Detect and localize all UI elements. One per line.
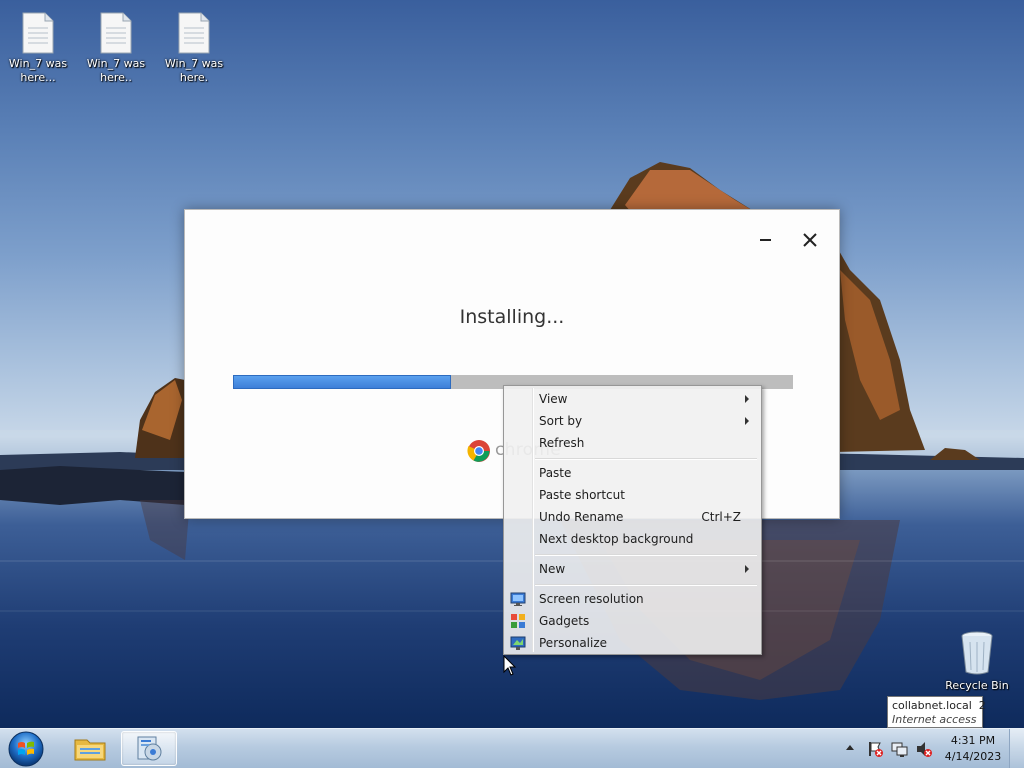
chrome-logo-icon bbox=[467, 440, 490, 462]
taskbar-setup-button[interactable] bbox=[121, 731, 177, 766]
menu-separator bbox=[535, 458, 757, 460]
menu-separator bbox=[535, 584, 757, 586]
menu-item-undo-rename[interactable]: Undo Rename Ctrl+Z bbox=[506, 506, 759, 528]
clock-time: 4:31 PM bbox=[950, 734, 996, 747]
network-icon[interactable] bbox=[891, 740, 909, 758]
start-button[interactable] bbox=[4, 730, 48, 768]
menu-item-next-desktop-background[interactable]: Next desktop background bbox=[506, 528, 759, 550]
text-file-icon bbox=[22, 12, 54, 54]
menu-item-gadgets[interactable]: Gadgets bbox=[506, 610, 759, 632]
close-button[interactable] bbox=[796, 228, 824, 252]
recycle-bin-label: Recycle Bin bbox=[945, 679, 1009, 692]
minimize-icon bbox=[760, 239, 771, 241]
menu-item-label: Next desktop background bbox=[539, 532, 694, 546]
tooltip-status: Internet access bbox=[892, 713, 977, 726]
show-desktop-button[interactable] bbox=[1009, 729, 1024, 768]
mouse-cursor-icon bbox=[503, 655, 517, 676]
close-icon bbox=[803, 233, 817, 247]
taskbar: 4:31 PM 4/14/2023 bbox=[0, 728, 1024, 768]
recycle-bin[interactable]: Recycle Bin bbox=[940, 630, 1014, 692]
menu-item-label: Gadgets bbox=[539, 614, 590, 628]
menu-item-refresh[interactable]: Refresh bbox=[506, 432, 759, 454]
personalize-icon bbox=[510, 636, 526, 650]
desktop-file-3[interactable]: Win_7 was here. bbox=[158, 4, 230, 85]
menu-item-paste-shortcut[interactable]: Paste shortcut bbox=[506, 484, 759, 506]
text-file-icon bbox=[178, 12, 210, 54]
submenu-arrow-icon bbox=[745, 565, 749, 573]
folder-explorer-icon bbox=[74, 739, 106, 761]
menu-item-shortcut: Ctrl+Z bbox=[701, 510, 741, 524]
menu-item-personalize[interactable]: Personalize bbox=[506, 632, 759, 654]
menu-item-sort-by[interactable]: Sort by bbox=[506, 410, 759, 432]
installer-setup-icon bbox=[137, 736, 162, 761]
gadgets-icon bbox=[511, 614, 525, 628]
desktop-file-label: Win_7 was here... bbox=[8, 57, 68, 84]
menu-separator bbox=[535, 554, 757, 556]
recycle-bin-icon bbox=[961, 631, 993, 675]
network-tooltip: collabnet.local 2 Internet access bbox=[887, 696, 986, 728]
menu-item-label: Screen resolution bbox=[539, 592, 644, 606]
tooltip-network-name: collabnet.local bbox=[892, 699, 972, 712]
submenu-arrow-icon bbox=[745, 417, 749, 425]
action-center-flag-icon[interactable] bbox=[866, 740, 884, 758]
minimize-button[interactable] bbox=[751, 228, 779, 252]
clock-date: 4/14/2023 bbox=[944, 750, 1002, 763]
text-file-icon bbox=[100, 12, 132, 54]
menu-item-label: Undo Rename bbox=[539, 510, 624, 524]
desktop-context-menu[interactable]: View Sort by Refresh Paste Paste shortcu… bbox=[503, 385, 762, 655]
tooltip-network: collabnet.local 2 bbox=[892, 699, 986, 712]
install-progress-fill bbox=[233, 375, 452, 389]
menu-item-new[interactable]: New bbox=[506, 558, 759, 580]
menu-item-label: New bbox=[539, 562, 566, 576]
desktop-file-label: Win_7 was here. bbox=[164, 57, 224, 84]
install-status-title: Installing... bbox=[459, 306, 565, 328]
taskbar-clock[interactable]: 4:31 PM 4/14/2023 bbox=[940, 733, 1006, 765]
desktop-file-label: Win_7 was here.. bbox=[86, 57, 146, 84]
windows-start-orb-icon bbox=[8, 731, 44, 767]
volume-muted-icon[interactable] bbox=[915, 740, 933, 758]
menu-item-screen-resolution[interactable]: Screen resolution bbox=[506, 588, 759, 610]
submenu-arrow-icon bbox=[745, 395, 749, 403]
show-hidden-icons-button[interactable] bbox=[846, 745, 854, 750]
taskbar-explorer-button[interactable] bbox=[62, 731, 118, 766]
desktop-file-2[interactable]: Win_7 was here.. bbox=[80, 4, 152, 85]
screen-resolution-icon bbox=[510, 592, 526, 606]
desktop-file-1[interactable]: Win_7 was here... bbox=[2, 4, 74, 85]
menu-item-paste[interactable]: Paste bbox=[506, 462, 759, 484]
menu-item-label: Sort by bbox=[539, 414, 583, 428]
menu-item-label: Paste bbox=[539, 466, 572, 480]
menu-item-label: View bbox=[539, 392, 568, 406]
menu-item-label: Refresh bbox=[539, 436, 585, 450]
menu-item-label: Paste shortcut bbox=[539, 488, 625, 502]
tooltip-network-count: 2 bbox=[978, 699, 986, 712]
menu-item-label: Personalize bbox=[539, 636, 608, 650]
menu-item-view[interactable]: View bbox=[506, 388, 759, 410]
